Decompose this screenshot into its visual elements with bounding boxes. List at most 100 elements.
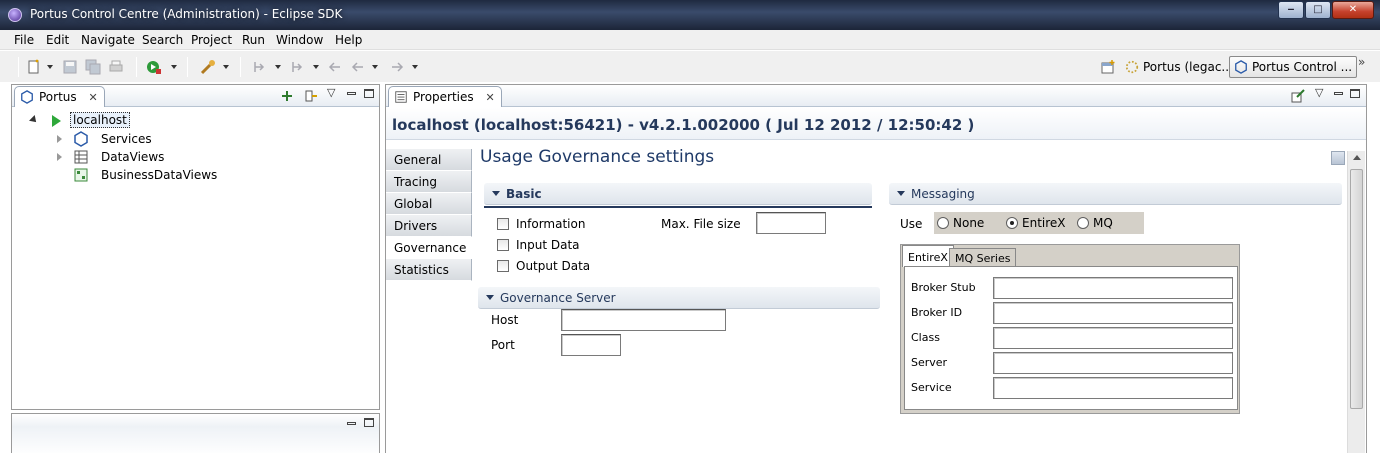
- maximize-button[interactable]: □: [1305, 1, 1331, 19]
- max-file-size-input[interactable]: [756, 212, 826, 234]
- expand-twisty-icon[interactable]: [57, 135, 62, 143]
- eclipse-app-icon: [8, 8, 22, 22]
- print-icon[interactable]: [108, 59, 124, 75]
- business-icon: [74, 168, 88, 182]
- scrollbar-thumb[interactable]: [1350, 169, 1363, 409]
- pin-view-icon[interactable]: [1291, 89, 1305, 103]
- new-file-icon[interactable]: [26, 59, 42, 75]
- server-input[interactable]: [993, 352, 1233, 374]
- side-tab-drivers[interactable]: Drivers: [386, 215, 472, 237]
- window-controls: ‒ □ ✕: [1277, 1, 1374, 19]
- broker-id-input[interactable]: [993, 302, 1233, 324]
- side-tab-governance[interactable]: Governance: [386, 237, 472, 259]
- menu-navigate[interactable]: Navigate: [81, 33, 135, 47]
- radio-label: MQ: [1093, 216, 1113, 230]
- previous-annotation-dropdown-icon[interactable]: [313, 65, 319, 69]
- checkbox-output-data[interactable]: [497, 260, 509, 272]
- link-editor-icon[interactable]: [304, 89, 318, 103]
- tab-portus[interactable]: Portus ✕: [14, 86, 105, 107]
- max-file-size-label: Max. File size: [661, 217, 741, 231]
- section-messaging[interactable]: Messaging: [889, 183, 1342, 205]
- service-input[interactable]: [993, 377, 1233, 399]
- maximize-view-icon[interactable]: [1350, 89, 1360, 98]
- section-collapse-icon[interactable]: [486, 295, 494, 300]
- next-annotation-dropdown-icon[interactable]: [275, 65, 281, 69]
- menu-edit[interactable]: Edit: [46, 33, 69, 47]
- tree-node-label: Services: [101, 132, 152, 146]
- side-tab-statistics[interactable]: Statistics: [386, 259, 472, 281]
- minimize-view-icon[interactable]: [347, 92, 356, 95]
- host-input[interactable]: [561, 309, 726, 331]
- tree-node-label: DataViews: [101, 150, 165, 164]
- previous-annotation-icon[interactable]: [290, 59, 306, 75]
- field-label: Server: [911, 356, 948, 369]
- forward-dropdown-icon[interactable]: [412, 65, 418, 69]
- expand-all-icon[interactable]: [280, 89, 294, 103]
- close-button[interactable]: ✕: [1332, 1, 1374, 19]
- perspective-portus-control[interactable]: Portus Control ...: [1229, 56, 1358, 78]
- checkbox-information[interactable]: [497, 218, 509, 230]
- open-perspective-icon[interactable]: [1100, 59, 1116, 75]
- maximize-view-icon[interactable]: [364, 89, 374, 98]
- save-all-icon[interactable]: [85, 59, 101, 75]
- port-label: Port: [491, 338, 515, 352]
- side-tab-global[interactable]: Global: [386, 193, 472, 215]
- section-basic[interactable]: Basic: [484, 183, 872, 205]
- save-icon[interactable]: [62, 59, 78, 75]
- side-tab-tracing[interactable]: Tracing: [386, 171, 472, 193]
- menu-bar: File Edit Navigate Search Project Run Wi…: [0, 30, 1380, 50]
- section-underline: [484, 206, 872, 208]
- tab-mq-series[interactable]: MQ Series: [949, 248, 1017, 266]
- forward-icon[interactable]: [389, 59, 405, 75]
- menu-window[interactable]: Window: [276, 33, 323, 47]
- side-tab-general[interactable]: General: [386, 149, 472, 171]
- minimize-button[interactable]: ‒: [1278, 1, 1304, 19]
- view-menu-icon[interactable]: ▽: [1315, 86, 1323, 99]
- section-collapse-icon[interactable]: [897, 191, 905, 196]
- menu-file[interactable]: File: [14, 33, 34, 47]
- next-annotation-icon[interactable]: [252, 59, 268, 75]
- view-menu-icon[interactable]: ▽: [327, 86, 335, 99]
- radio-mq[interactable]: [1077, 217, 1089, 229]
- section-governance-server[interactable]: Governance Server: [478, 287, 880, 309]
- radio-none[interactable]: [937, 217, 949, 229]
- menu-search[interactable]: Search: [142, 33, 183, 47]
- maximize-view-icon[interactable]: [364, 418, 374, 427]
- run-config-icon[interactable]: [146, 59, 162, 75]
- back-dropdown-icon[interactable]: [372, 65, 378, 69]
- port-input[interactable]: [561, 334, 621, 356]
- external-tools-icon[interactable]: [200, 59, 216, 75]
- scroll-up-icon[interactable]: [1353, 155, 1361, 160]
- field-row-broker-id: Broker ID: [909, 302, 1235, 324]
- toolbar-overflow-icon[interactable]: »: [1358, 55, 1365, 69]
- toolbar-separator: [136, 57, 137, 77]
- minimize-view-icon[interactable]: [347, 422, 356, 425]
- back-icon[interactable]: [350, 59, 366, 75]
- menu-help[interactable]: Help: [335, 33, 362, 47]
- broker-stub-input[interactable]: [993, 277, 1233, 299]
- view-tab-bar: Portus ✕ ▽: [12, 85, 379, 107]
- radio-entirex[interactable]: [1006, 217, 1018, 229]
- properties-title: localhost (localhost:56421) - v4.2.1.002…: [392, 116, 975, 134]
- perspective-portus-legacy[interactable]: Portus (legac...: [1120, 56, 1238, 78]
- section-collapse-icon[interactable]: [492, 191, 500, 196]
- close-tab-icon[interactable]: ✕: [485, 91, 494, 104]
- save-settings-icon[interactable]: [1331, 151, 1345, 165]
- minimize-view-icon[interactable]: [1334, 92, 1343, 95]
- collapse-twisty-icon[interactable]: [29, 115, 39, 125]
- last-edit-location-icon[interactable]: [327, 59, 343, 75]
- close-tab-icon[interactable]: ✕: [88, 91, 97, 104]
- new-dropdown-icon[interactable]: [47, 65, 53, 69]
- menu-project[interactable]: Project: [191, 33, 232, 47]
- field-label: Broker ID: [911, 306, 963, 319]
- tools-dropdown-icon[interactable]: [223, 65, 229, 69]
- properties-header: localhost (localhost:56421) - v4.2.1.002…: [386, 108, 1366, 140]
- tab-properties[interactable]: Properties ✕: [388, 86, 502, 107]
- tab-entirex[interactable]: EntireX: [902, 245, 954, 267]
- expand-twisty-icon[interactable]: [57, 153, 62, 161]
- checkbox-input-data[interactable]: [497, 239, 509, 251]
- menu-run[interactable]: Run: [242, 33, 265, 47]
- class-input[interactable]: [993, 327, 1233, 349]
- run-dropdown-icon[interactable]: [171, 65, 177, 69]
- properties-vertical-scrollbar[interactable]: [1347, 151, 1365, 453]
